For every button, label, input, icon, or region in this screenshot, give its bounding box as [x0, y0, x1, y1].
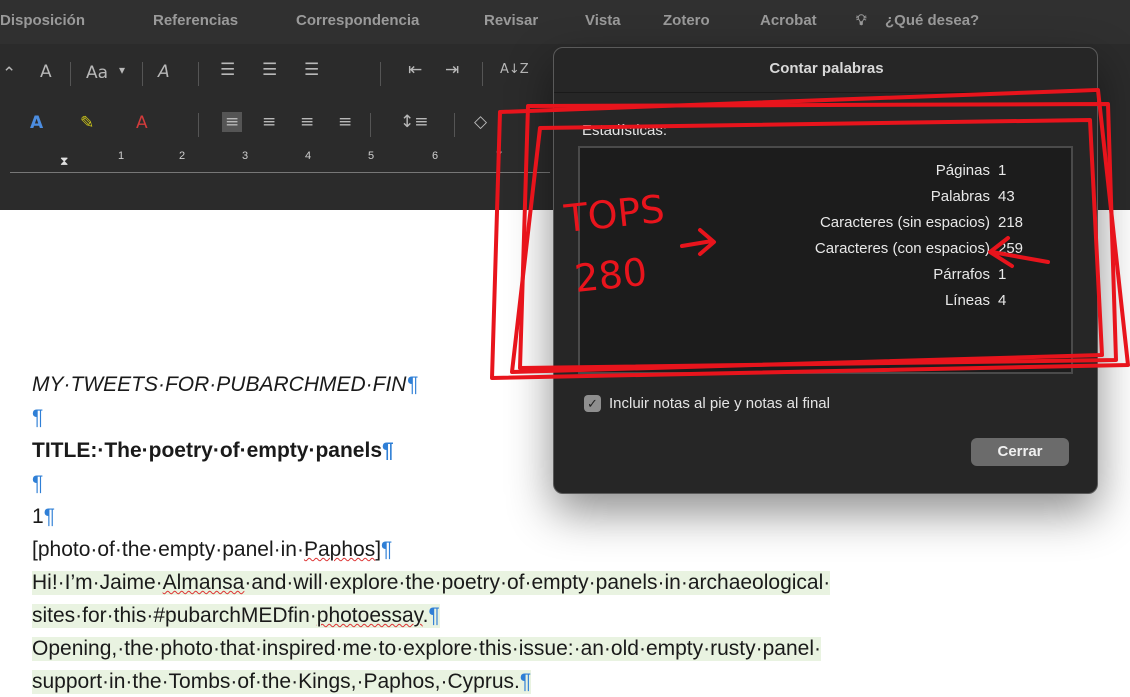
pilcrow-mark: ¶ — [43, 505, 55, 528]
doc-para2-text-b: support·in·the·Tombs·of·the·Kings,·Papho… — [32, 670, 520, 693]
toolbar-separator — [198, 62, 199, 86]
decrease-indent-icon[interactable]: ⇤ — [408, 60, 422, 80]
toolbar-separator — [370, 113, 371, 137]
toolbar-separator — [142, 62, 143, 86]
doc-para2-line1: Opening,·the·photo·that·inspired·me·to·e… — [32, 637, 821, 661]
stat-value: 1 — [998, 266, 1007, 283]
chevron-down-icon[interactable]: ▾ — [119, 63, 125, 77]
toolbar-separator — [198, 113, 199, 137]
doc-photo-place: Paphos — [303, 538, 376, 561]
numbering-icon[interactable]: ☰ — [262, 60, 277, 80]
menu-acrobat[interactable]: Acrobat — [760, 12, 817, 29]
statistics-box: Páginas 1 Palabras 43 Caracteres (sin es… — [578, 146, 1073, 374]
doc-para1-line1: Hi!·I’m·Jaime·Almansa·and·will·explore·t… — [32, 571, 831, 595]
toolbar-separator — [380, 62, 381, 86]
pilcrow-mark: ¶ — [382, 439, 394, 462]
sort-icon[interactable]: A↓Z — [500, 62, 529, 77]
dialog-title: Contar palabras — [769, 60, 884, 77]
menu-disposicion[interactable]: Disposición — [0, 12, 85, 29]
multilevel-list-icon[interactable]: ☰ — [304, 60, 319, 80]
doc-tweet-number: 1 — [32, 505, 44, 528]
menu-referencias[interactable]: Referencias — [153, 12, 238, 29]
pilcrow-mark: ¶ — [406, 373, 418, 396]
dialog-divider — [554, 92, 1099, 93]
doc-para1-text-b: ·and·will·explore·the·poetry·of·empty·pa… — [244, 571, 831, 594]
pilcrow-mark: ¶ — [381, 538, 393, 561]
word-count-dialog: Contar palabras Estadísticas: Páginas 1 … — [553, 47, 1099, 494]
doc-para2-line2: support·in·the·Tombs·of·the·Kings,·Papho… — [32, 670, 532, 694]
include-notes-checkbox[interactable]: ✓ — [584, 395, 601, 412]
highlight-color-icon[interactable]: ✎ — [80, 113, 94, 133]
line-spacing-icon[interactable]: ↕≡ — [400, 112, 429, 132]
stat-label: Líneas — [944, 292, 990, 309]
increase-indent-icon[interactable]: ⇥ — [445, 60, 459, 80]
doc-title-line: TITLE:·The·poetry·of·empty·panels¶ — [32, 439, 394, 463]
doc-number-line: 1¶ — [32, 505, 55, 529]
menu-bar: Disposición Referencias Correspondencia … — [0, 0, 1130, 44]
pilcrow-mark: ¶ — [428, 604, 440, 627]
align-center-icon[interactable]: ≡ — [262, 112, 276, 132]
doc-photo-line: [photo·of·the·empty·panel·in·Paphos]¶ — [32, 538, 392, 562]
toolbar-separator — [70, 62, 71, 86]
toolbar-separator — [482, 62, 483, 86]
doc-title-prefix: TITLE:· — [32, 439, 105, 462]
stat-value: 43 — [998, 188, 1015, 205]
doc-para1-text-a: Hi!·I’m·Jaime· — [32, 571, 163, 594]
menu-zotero[interactable]: Zotero — [663, 12, 710, 29]
doc-para1-word: photoessay — [316, 604, 423, 627]
change-case-button[interactable]: Aa — [86, 63, 108, 83]
doc-empty-line: ¶ — [32, 472, 43, 496]
justify-icon[interactable]: ≡ — [338, 112, 352, 132]
menu-revisar[interactable]: Revisar — [484, 12, 538, 29]
pilcrow-mark: ¶ — [519, 670, 532, 693]
text-effects-icon[interactable]: A — [30, 113, 43, 133]
bullets-icon[interactable]: ☰ — [220, 60, 235, 80]
ruler-number: 6 — [432, 150, 439, 162]
stat-label: Páginas — [935, 162, 990, 179]
doc-para1-text-c: sites·for·this·#pubarchMEDfin· — [32, 604, 317, 627]
doc-title-text: The·poetry·of·empty·panels — [104, 439, 382, 462]
ruler-number: 4 — [305, 150, 312, 162]
font-color-icon[interactable]: A — [136, 113, 148, 133]
lightbulb-icon: 💡︎ — [856, 12, 867, 29]
stat-label: Palabras — [930, 188, 990, 205]
include-notes-label[interactable]: Incluir notas al pie y notas al final — [609, 395, 830, 412]
grow-font-button[interactable]: A — [40, 62, 52, 82]
stat-value: 218 — [998, 214, 1024, 231]
toolbar-separator — [454, 113, 455, 137]
shading-icon[interactable]: ◇ — [474, 112, 487, 132]
align-right-icon[interactable]: ≡ — [300, 112, 314, 132]
pilcrow-mark: ¶ — [32, 406, 44, 429]
clear-format-icon[interactable]: A — [158, 62, 170, 82]
doc-heading-text: MY·TWEETS·FOR·PUBARCHMED·FIN — [32, 373, 407, 396]
doc-para2-text-a: Opening,·the·photo·that·inspired·me·to·e… — [32, 637, 821, 660]
menu-vista[interactable]: Vista — [585, 12, 621, 29]
stat-label: Párrafos — [933, 266, 990, 283]
close-button[interactable]: Cerrar — [971, 438, 1069, 466]
doc-photo-prefix: [photo·of·the·empty·panel·in· — [32, 538, 304, 561]
stat-value: 4 — [998, 292, 1007, 309]
stat-label: Caracteres (con espacios) — [814, 240, 990, 257]
ruler-number: 2 — [179, 150, 186, 162]
doc-para1-name: Almansa — [162, 571, 245, 594]
ruler-line — [10, 172, 550, 173]
stat-value: 259 — [998, 240, 1024, 257]
stat-value: 1 — [998, 162, 1007, 179]
stat-label: Caracteres (sin espacios) — [819, 214, 990, 231]
doc-empty-line: ¶ — [32, 406, 43, 430]
ruler-number: 5 — [368, 150, 375, 162]
statistics-label: Estadísticas: — [582, 122, 668, 139]
menu-correspondencia[interactable]: Correspondencia — [296, 12, 419, 29]
ruler-number: 3 — [242, 150, 249, 162]
ruler-number: 1 — [118, 150, 125, 162]
doc-heading-line: MY·TWEETS·FOR·PUBARCHMED·FIN¶ — [32, 373, 418, 397]
tell-me-search[interactable]: ¿Qué desea? — [885, 12, 979, 29]
align-left-icon[interactable]: ≡ — [222, 112, 243, 132]
chevron-left-icon: ⌃ — [2, 64, 17, 84]
horizontal-ruler[interactable]: ⧗ 1 2 3 4 5 6 7 — [0, 150, 560, 180]
ruler-number: 7 — [496, 150, 503, 162]
pilcrow-mark: ¶ — [32, 472, 44, 495]
doc-para1-line2: sites·for·this·#pubarchMEDfin·photoessay… — [32, 604, 440, 628]
indent-marker-icon[interactable]: ⧗ — [60, 154, 68, 169]
